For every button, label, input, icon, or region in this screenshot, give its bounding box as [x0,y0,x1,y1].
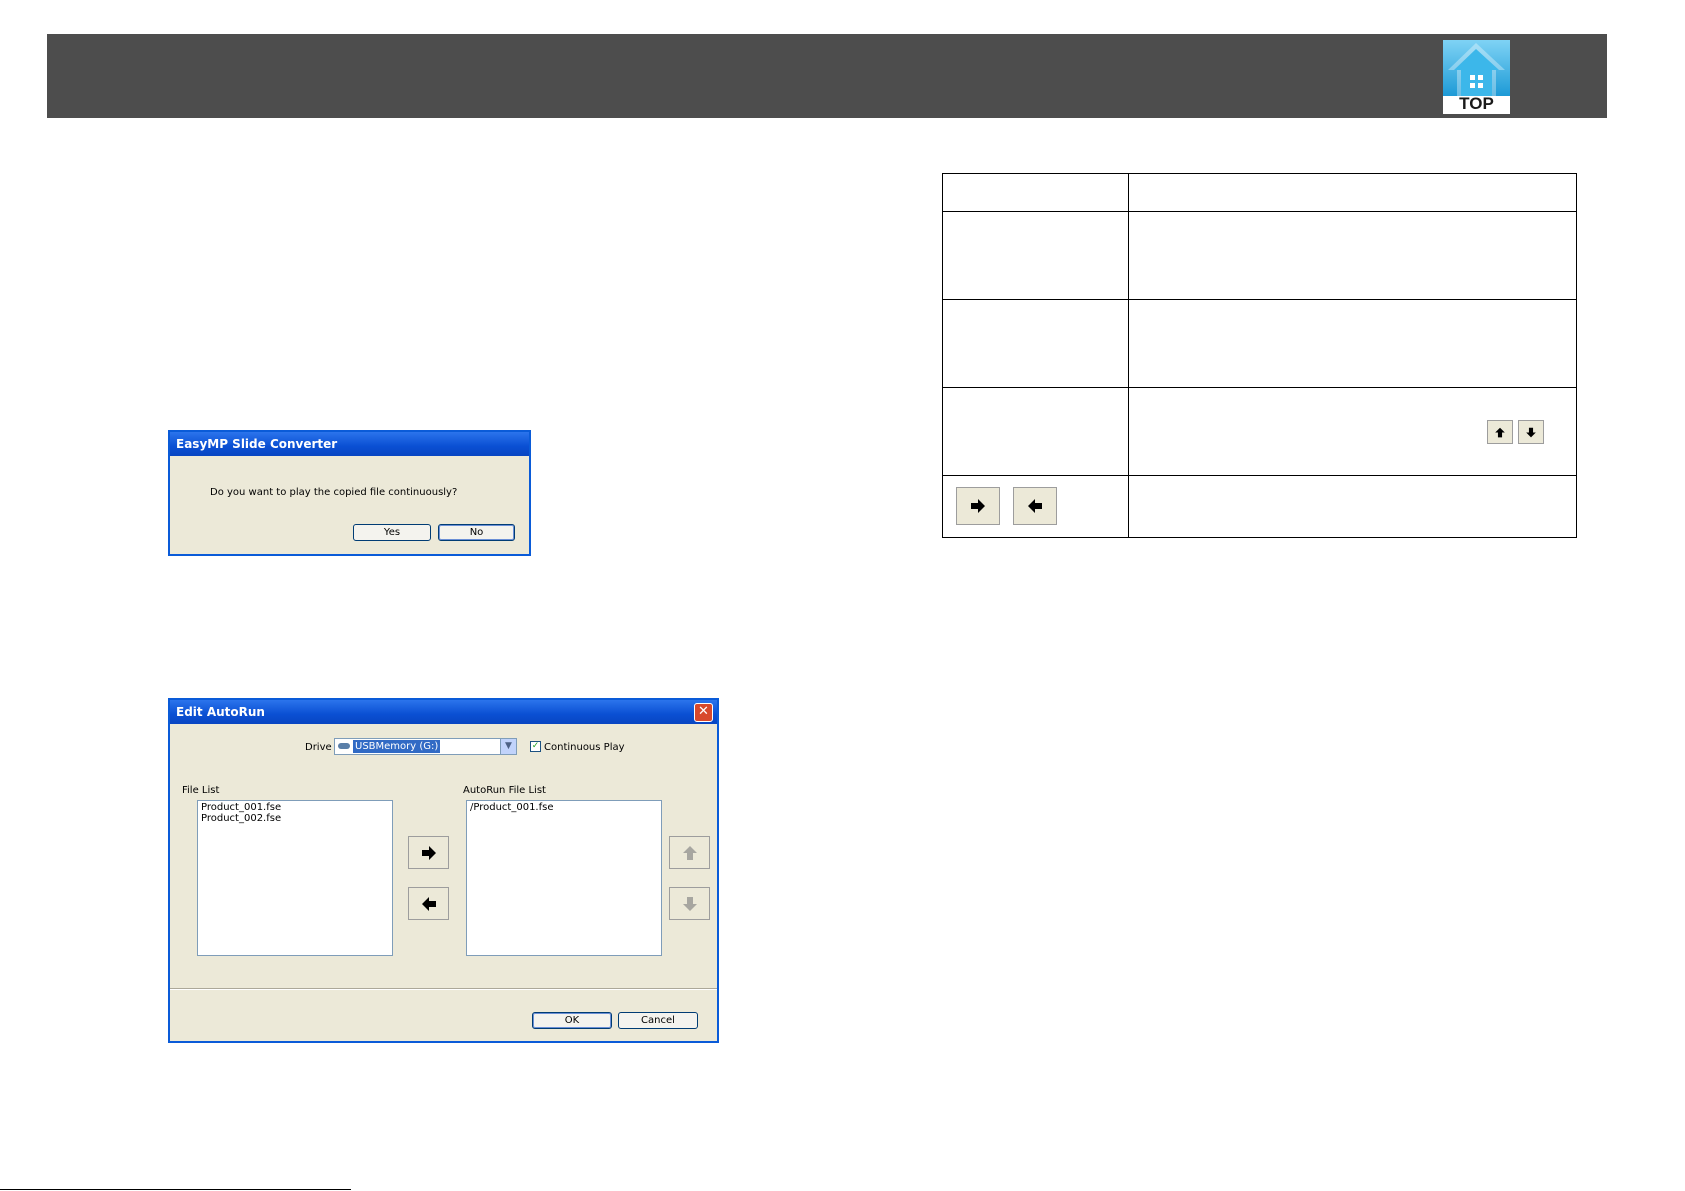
button-description-table [942,173,1577,538]
add-to-autorun-button[interactable] [408,836,449,869]
arrow-left-icon [421,896,436,911]
ok-button[interactable]: OK [532,1012,612,1029]
arrow-right-icon [421,845,436,860]
table-row [942,211,1577,300]
list-item[interactable]: Product_001.fse [201,802,389,813]
drive-value: USBMemory (G:) [353,740,441,753]
table-row [942,387,1577,476]
continuous-play-checkbox[interactable]: ✓ [530,741,541,752]
top-link[interactable]: TOP [1443,40,1510,114]
table-cell [942,299,1129,388]
table-cell [1128,475,1577,538]
left-button-sample [1013,487,1057,525]
arrow-down-icon [682,896,697,911]
list-item[interactable]: Product_002.fse [201,813,389,824]
autorun-file-list[interactable]: /Product_001.fse [466,800,662,956]
table-cell [942,211,1129,300]
arrow-right-icon [971,499,985,513]
header-bar [47,34,1607,118]
drive-label: Drive [305,742,332,753]
autorun-list-label: AutoRun File List [463,785,546,796]
table-cell [1128,173,1577,212]
table-row [942,173,1577,212]
no-button[interactable]: No [438,524,515,541]
table-cell [942,387,1129,476]
dialog-message: Do you want to play the copied file cont… [210,487,458,498]
drive-select[interactable]: USBMemory (G:) ▼ [334,738,517,755]
continuous-play-label: Continuous Play [544,742,625,753]
table-cell [942,475,1129,538]
list-item[interactable]: /Product_001.fse [470,802,658,813]
table-cell [1128,211,1577,300]
move-up-button[interactable] [669,836,710,869]
chevron-down-icon[interactable]: ▼ [500,739,516,754]
table-row [942,475,1577,538]
yes-button[interactable]: Yes [353,524,431,541]
dialog-title: Edit AutoRun [170,700,717,724]
table-cell [942,173,1129,212]
arrow-left-icon [1028,499,1042,513]
move-down-button[interactable] [669,887,710,920]
down-button-sample [1518,420,1544,444]
cancel-button[interactable]: Cancel [618,1012,698,1029]
table-cell [1128,387,1577,476]
dialog-title: EasyMP Slide Converter [170,432,529,456]
top-logo-text: TOP [1459,94,1494,113]
usb-drive-icon [338,743,350,749]
continuous-play-dialog: EasyMP Slide Converter Do you want to pl… [168,430,531,556]
separator [170,988,717,990]
footer-rule [0,1189,351,1190]
arrow-down-icon [1526,427,1536,437]
file-list-label: File List [182,785,220,796]
house-icon [1443,40,1510,96]
remove-from-autorun-button[interactable] [408,887,449,920]
arrow-up-icon [1495,427,1505,437]
right-button-sample [956,487,1000,525]
table-row [942,299,1577,388]
up-button-sample [1487,420,1513,444]
edit-autorun-dialog: Edit AutoRun ✕ Drive USBMemory (G:) ▼ ✓ … [168,698,719,1043]
file-list[interactable]: Product_001.fse Product_002.fse [197,800,393,956]
close-icon[interactable]: ✕ [694,703,713,722]
table-cell [1128,299,1577,388]
arrow-up-icon [682,845,697,860]
